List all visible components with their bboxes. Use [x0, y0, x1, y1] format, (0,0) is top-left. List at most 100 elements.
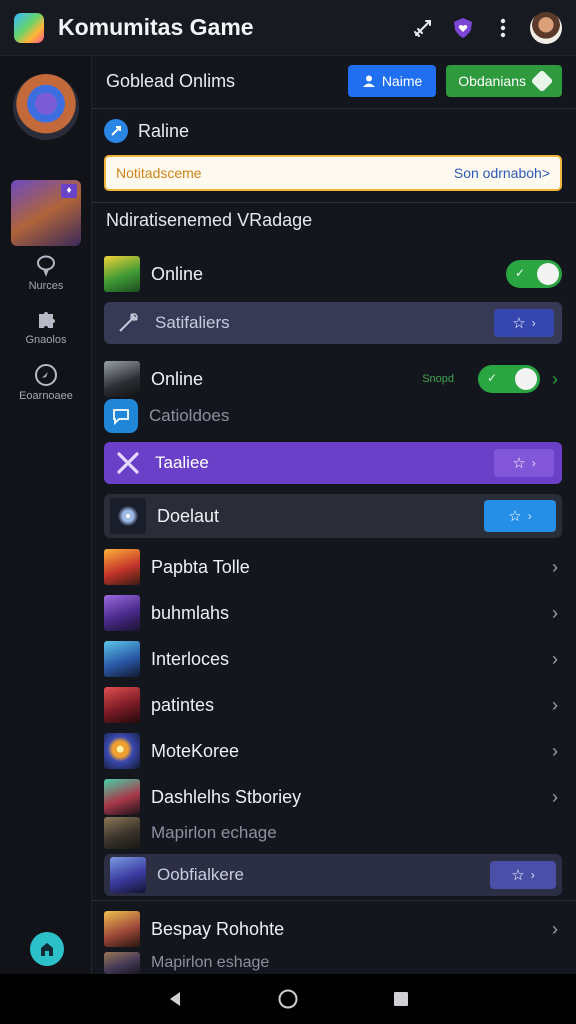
sidebar: ♦ Nurces Gnaolos Eoarnoaee — [0, 56, 92, 974]
row-label: Mapirlon eshage — [151, 954, 270, 971]
chat-icon — [104, 399, 138, 433]
game-list-item[interactable]: buhmlahs › — [104, 590, 562, 636]
row-label: MoteKoree — [151, 740, 240, 761]
sidebar-item-gnaolos[interactable]: Gnaolos — [0, 306, 92, 346]
row-label: patintes — [151, 694, 215, 715]
favorite-button[interactable]: ☆ › — [494, 449, 554, 477]
favorite-button[interactable]: ☆ › — [490, 861, 556, 889]
favorite-button[interactable]: ☆ › — [484, 500, 556, 532]
game-list-item[interactable]: Bespay Rohohte › — [104, 906, 562, 952]
row-label: Online — [151, 263, 204, 284]
star-icon: ☆ — [508, 508, 522, 525]
app-logo-icon — [14, 12, 44, 43]
game-thumbnail — [104, 779, 140, 815]
game-thumbnail — [104, 256, 140, 292]
toggle-knob — [515, 368, 537, 390]
game-thumbnail — [104, 641, 140, 677]
sidebar-item-eoarnoaee[interactable]: Eoarnoaee — [0, 362, 92, 402]
online-toggle[interactable]: ✓ — [506, 260, 562, 288]
row-label: Doelaut — [157, 505, 220, 526]
star-icon: ☆ — [512, 455, 526, 472]
chevron-right-icon: › — [531, 316, 536, 330]
notice-link[interactable]: Son odrnaboh> — [454, 165, 550, 181]
game-list-item[interactable]: Mapirlon eshage — [104, 952, 562, 974]
sidebar-item-nurces[interactable]: Nurces — [0, 252, 92, 292]
more-vert-icon[interactable] — [486, 11, 520, 45]
app-title: Komumitas Game — [58, 14, 254, 40]
game-list-item[interactable]: Mapirlon echage — [104, 816, 562, 850]
row-label: Bespay Rohohte — [151, 918, 285, 939]
compass-icon — [35, 364, 57, 386]
list-item[interactable]: Doelaut ☆ › — [104, 494, 562, 538]
status-icon — [104, 119, 128, 143]
wand-icon — [112, 307, 144, 339]
notice-text: Notitadsceme — [116, 165, 202, 181]
row-label: Satifaliers — [155, 313, 230, 332]
star-icon: ☆ — [511, 867, 525, 884]
secondary-button[interactable]: Obdanians — [446, 65, 562, 97]
game-thumbnail — [104, 952, 140, 974]
game-list-item[interactable]: patintes › — [104, 682, 562, 728]
online-row[interactable]: Online ✓ — [104, 251, 562, 297]
page-title: Goblead Onlims — [106, 70, 236, 91]
recents-icon[interactable] — [392, 990, 410, 1008]
section-header: Raline — [104, 118, 189, 144]
row-label: Online — [151, 368, 204, 389]
list-item-selected[interactable]: Taaliee ☆ › — [104, 442, 562, 484]
row-label: Catioldoes — [149, 406, 230, 425]
row-label: Papbta Tolle — [151, 556, 250, 577]
chat-bubble-icon — [37, 255, 55, 277]
sidebar-item-label: Gnaolos — [25, 334, 67, 346]
row-label: Dashlelhs Stboriey — [151, 786, 302, 807]
back-icon[interactable] — [166, 990, 184, 1008]
chevron-right-icon: › — [552, 918, 558, 939]
chevron-right-icon: › — [552, 786, 558, 807]
game-thumbnail — [104, 687, 140, 723]
game-avatar[interactable] — [13, 74, 79, 140]
puzzle-icon — [39, 312, 55, 328]
game-thumbnail — [104, 817, 140, 849]
favorite-button[interactable]: ☆ › — [494, 309, 554, 337]
chevron-right-icon: › — [552, 740, 558, 761]
featured-game-thumbnail[interactable]: ♦ — [11, 180, 81, 246]
check-icon: ✓ — [487, 371, 498, 385]
subsection-title: Ndiratisenemed VRadage — [106, 210, 313, 230]
check-icon: ✓ — [515, 266, 526, 280]
system-nav-bar — [0, 974, 576, 1024]
main-content: Goblead Onlims Naime Obdanians Raline No… — [92, 56, 576, 974]
game-list-item[interactable]: Dashlelhs Stboriey › — [104, 774, 562, 820]
row-label: Mapirlon echage — [151, 823, 277, 842]
shield-heart-icon[interactable] — [446, 11, 480, 45]
toggle-knob — [537, 263, 559, 285]
home-icon[interactable] — [277, 988, 299, 1010]
game-list-item[interactable]: Papbta Tolle › — [104, 544, 562, 590]
game-thumbnail — [110, 498, 146, 534]
online-row[interactable]: Online Snopd ✓ › — [104, 356, 562, 402]
chevron-right-icon: › — [527, 509, 532, 523]
divider — [92, 202, 576, 203]
list-item[interactable]: Satifaliers ☆ › — [104, 302, 562, 344]
online-toggle[interactable]: ✓ — [478, 365, 540, 393]
divider — [92, 108, 576, 109]
list-item[interactable]: Catioldoes — [104, 398, 562, 434]
sword-icon[interactable] — [406, 11, 440, 45]
game-list-item[interactable]: MoteKoree › — [104, 728, 562, 774]
game-list-item[interactable]: Oobfialkere ☆ › — [104, 854, 562, 896]
sidebar-item-label: Nurces — [28, 280, 64, 292]
home-fab-button[interactable] — [30, 932, 64, 966]
header: Goblead Onlims Naime Obdanians — [106, 64, 562, 98]
bookmark-icon: ♦ — [61, 184, 77, 198]
secondary-button-label: Obdanians — [458, 73, 526, 89]
game-list-item[interactable]: Interloces › — [104, 636, 562, 682]
app-bar: Komumitas Game — [0, 0, 576, 56]
game-thumbnail — [104, 361, 140, 397]
chevron-right-icon[interactable]: › — [548, 369, 562, 390]
game-thumbnail — [104, 733, 140, 769]
sidebar-item-label: Eoarnoaee — [19, 390, 73, 402]
chevron-right-icon: › — [552, 556, 558, 577]
notice-banner[interactable]: Notitadsceme Son odrnaboh> — [104, 155, 562, 191]
row-label: Interloces — [151, 648, 230, 669]
primary-button[interactable]: Naime — [347, 65, 437, 97]
profile-avatar[interactable] — [530, 11, 562, 44]
chevron-right-icon: › — [552, 694, 558, 715]
